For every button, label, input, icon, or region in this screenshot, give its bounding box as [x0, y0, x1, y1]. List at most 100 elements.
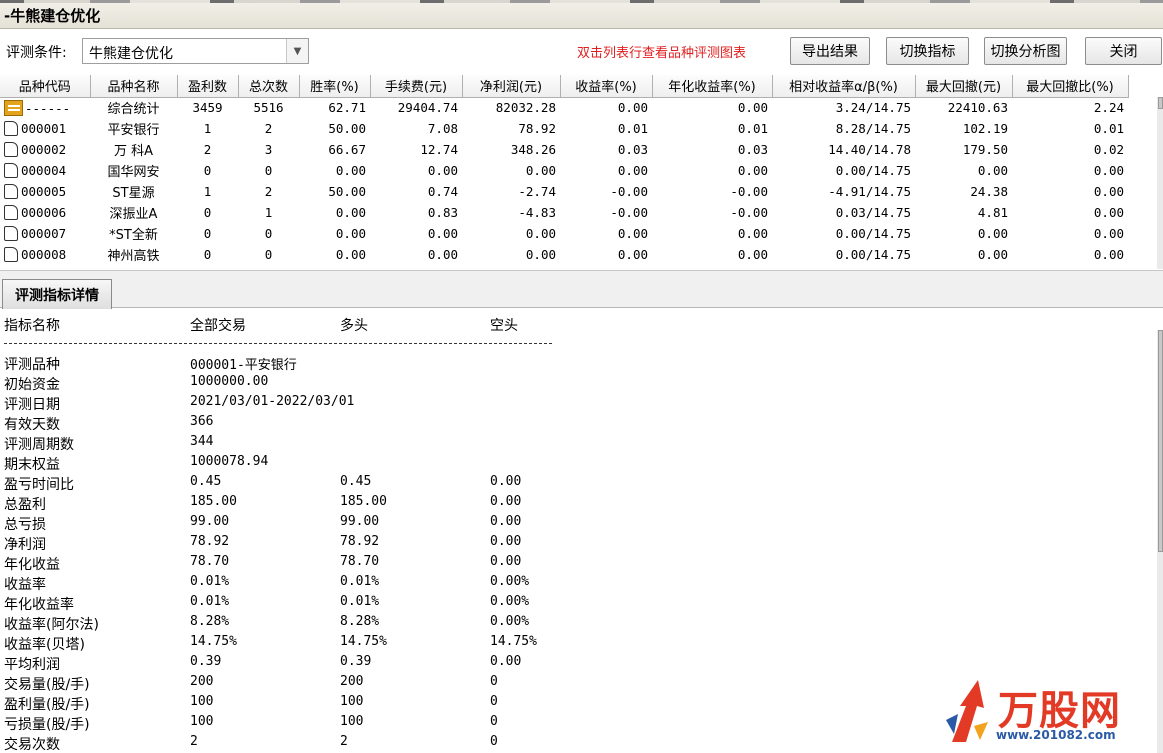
watermark-logo: 万股网 www.201082.com [940, 672, 1150, 750]
condition-select[interactable]: 牛熊建仓优化 ▼ [82, 38, 309, 64]
cell-text: 0.03 [617, 142, 648, 157]
column-header[interactable]: 年化收益率(%) [652, 75, 773, 98]
switch-indicator-button[interactable]: 切换指标 [886, 37, 969, 65]
table-row[interactable]: 000001 平安银行 1 2 50.00 7.08 78.92 0.01 0.01 8.28/1… [0, 118, 1128, 139]
table-row[interactable]: ------ 综合统计 3459 5516 62.71 29404.74 82032.28 0… [0, 97, 1128, 118]
table-row[interactable]: 000002 万 科A 2 3 66.67 12.74 348.26 0.03 0.03 14.4… [0, 139, 1128, 160]
cell-text: 0.00 [737, 247, 768, 262]
table-cell: 0.00 [299, 202, 370, 223]
cell-text: 0.01 [737, 121, 768, 136]
cell-text: 国华网安 [107, 165, 160, 180]
detail-scrollbar-thumb[interactable] [1158, 330, 1163, 552]
column-header[interactable]: 手续费(元) [370, 75, 463, 98]
table-row[interactable]: 000005 ST星源 1 2 50.00 0.74 -2.74 -0.00 -0.00 -4.9… [0, 181, 1128, 202]
cell-text: 4.81 [977, 205, 1008, 220]
column-header[interactable]: 净利润(元) [462, 75, 561, 98]
table-cell: 0.03 [560, 139, 652, 160]
column-header[interactable]: 最大回撤比(%) [1012, 75, 1129, 98]
cell-text: -0.00 [610, 205, 648, 220]
table-cell: 50.00 [299, 118, 370, 139]
cell-text: 3.24/14.75 [835, 100, 911, 116]
table-row[interactable]: 000008 神州高铁 0 0 0.00 0.00 0.00 0.00 0.00 0.00/14.… [0, 244, 1128, 265]
metric-value: 0.45 [190, 474, 222, 489]
table-row[interactable]: 000007 *ST全新 0 0 0.00 0.00 0.00 0.00 0.00 0.00/14… [0, 223, 1128, 244]
condition-select-value: 牛熊建仓优化 [89, 46, 173, 62]
cell-text: 12.74 [420, 142, 458, 157]
table-cell: 0.00 [915, 244, 1012, 265]
cell-text: 平安银行 [107, 123, 160, 138]
cell-text: 000007 [21, 226, 67, 241]
table-row[interactable]: 000006 深振业A 0 1 0.00 0.83 -4.83 -0.00 -0.00 0.03/… [0, 202, 1128, 223]
table-cell: 0.00/14.75 [772, 223, 915, 244]
cell-text: 综合统计 [107, 102, 160, 118]
cell-text: 2.24 [1093, 100, 1124, 116]
results-table: 品种代码 品种名称 盈利数 总次数 胜率(%) 手续费(元) 净利润(元) 收益率(%) 年化收… [0, 75, 1129, 265]
cell-text: 50.00 [328, 121, 366, 136]
table-cell: 50.00 [299, 181, 370, 202]
metric-value: 78.92 [190, 534, 230, 549]
metric-value: 0.00 [490, 494, 522, 509]
table-cell: 3 [238, 139, 299, 160]
cell-text: 7.08 [427, 121, 458, 136]
table-cell: 4.81 [915, 202, 1012, 223]
metric-name: 收益率(贝塔) [4, 637, 85, 653]
table-body: ------ 综合统计 3459 5516 62.71 29404.74 82032.28 0… [0, 97, 1128, 265]
switch-chart-button[interactable]: 切换分析图 [984, 37, 1067, 65]
cell-text: 0.01 [1093, 121, 1124, 136]
metric-name: 评测周期数 [4, 437, 74, 453]
metric-value: 366 [190, 414, 214, 429]
cell-text: 0.00 [737, 163, 768, 178]
table-cell: -0.00 [652, 181, 772, 202]
export-results-button[interactable]: 导出结果 [790, 37, 870, 65]
table-cell: 0.00/14.75 [772, 244, 915, 265]
metric-value: 344 [190, 434, 214, 449]
metric-value: 1000000.00 [190, 374, 269, 389]
table-scrollbar[interactable] [1157, 97, 1163, 269]
cell-text: 50.00 [328, 184, 366, 199]
table-row[interactable]: 000004 国华网安 0 0 0.00 0.00 0.00 0.00 0.00 0.00/14.… [0, 160, 1128, 181]
column-header[interactable]: 品种代码 [0, 75, 91, 98]
detail-separator [4, 343, 552, 344]
cell-text: 0.00 [335, 226, 366, 241]
cell-text: 000004 [21, 163, 67, 178]
column-header[interactable]: 品种名称 [90, 75, 178, 98]
document-icon [4, 184, 18, 199]
cell-text: 0.00/14.75 [835, 226, 911, 241]
detail-tab-strip: 评测指标详情 [0, 270, 1163, 309]
close-button[interactable]: 关闭 [1085, 37, 1162, 65]
cell-text: 0.00 [427, 163, 458, 178]
chevron-down-icon[interactable]: ▼ [286, 39, 308, 63]
column-header[interactable]: 胜率(%) [299, 75, 371, 98]
metric-value: 99.00 [340, 514, 380, 529]
column-header[interactable]: 最大回撤(元) [915, 75, 1013, 98]
cell-text: 2 [264, 121, 273, 136]
table-cell: 000005 [0, 181, 90, 202]
metric-value: 0.01% [190, 594, 230, 609]
metric-value: 000001-平安银行 [190, 358, 297, 373]
cell-text: 1 [203, 121, 212, 136]
table-cell: 0.00 [299, 223, 370, 244]
cell-text: 0.00 [427, 226, 458, 241]
tab-detail-metrics[interactable]: 评测指标详情 [2, 279, 112, 309]
metric-name: 亏损量(股/手) [4, 717, 90, 733]
table-cell: 万 科A [90, 139, 177, 160]
column-header[interactable]: 收益率(%) [560, 75, 653, 98]
column-header[interactable]: 总次数 [238, 75, 300, 98]
table-cell: -2.74 [462, 181, 560, 202]
metric-name: 平均利润 [4, 657, 60, 673]
table-cell: 000007 [0, 223, 90, 244]
column-header[interactable]: 盈利数 [177, 75, 239, 98]
table-cell: -0.00 [652, 202, 772, 223]
metric-value: 0.39 [190, 654, 222, 669]
metric-value: 0.01% [340, 594, 380, 609]
cell-text: 29404.74 [397, 100, 458, 116]
metric-value: 99.00 [190, 514, 230, 529]
table-cell: 0 [177, 244, 238, 265]
metric-value: 1000078.94 [190, 454, 269, 469]
cell-text: 0.74 [427, 184, 458, 199]
table-cell: 1 [238, 202, 299, 223]
table-cell: 0.00 [370, 160, 462, 181]
table-scrollbar-thumb[interactable] [1158, 97, 1163, 109]
column-header[interactable]: 相对收益率α/β(%) [772, 75, 916, 98]
table-cell: 神州高铁 [90, 244, 177, 265]
